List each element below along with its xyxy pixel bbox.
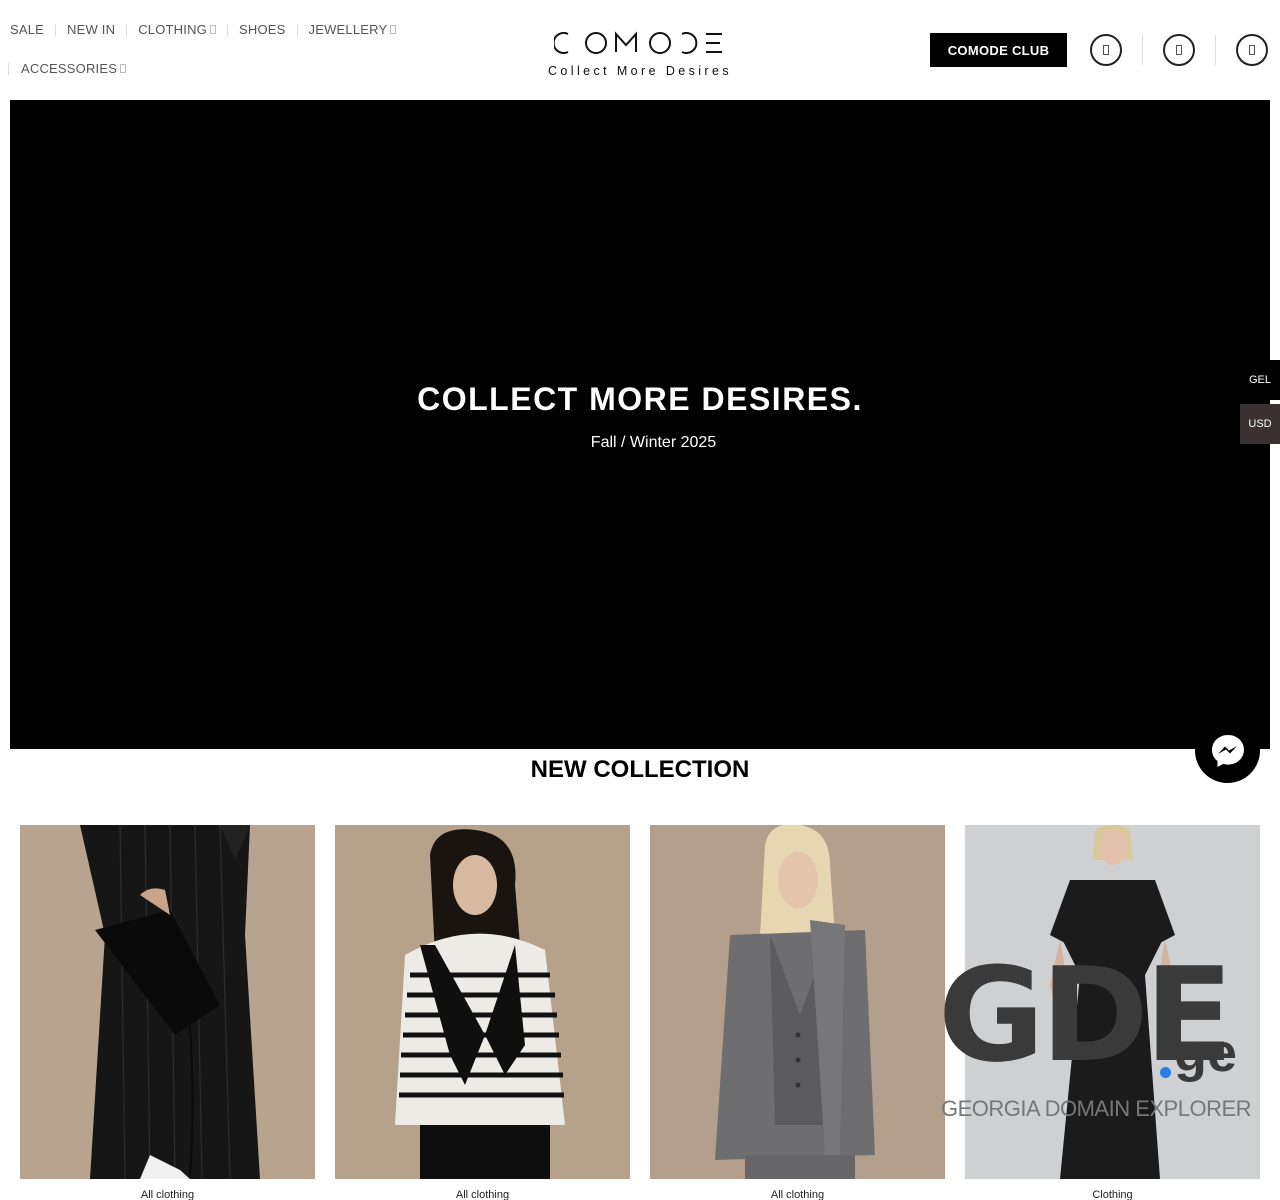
- header-divider: [1142, 35, 1143, 65]
- currency-usd-button[interactable]: USD: [1240, 404, 1280, 444]
- watermark-dot: [1160, 1067, 1171, 1078]
- nav-divider: [126, 23, 128, 36]
- wishlist-icon[interactable]: [1163, 34, 1195, 66]
- glyph-placeholder: [1103, 45, 1109, 55]
- nav-item-clothing[interactable]: CLOTHING: [138, 22, 216, 37]
- product-image[interactable]: [20, 825, 315, 1179]
- nav-label: CLOTHING: [138, 22, 207, 37]
- product-photo-graphic: [20, 825, 315, 1179]
- logo-wordmark-graphic: [554, 31, 722, 54]
- nav-item-accessories[interactable]: ACCESSORIES: [21, 61, 127, 76]
- nav-label: ACCESSORIES: [21, 61, 118, 76]
- account-icon[interactable]: [1090, 34, 1122, 66]
- brand-logo[interactable]: Collect More Desires: [520, 30, 760, 78]
- product-category: All clothing: [455, 1189, 510, 1200]
- watermark-overlay: GDE ge GEORGIA DOMAIN EXPLORER: [938, 950, 1252, 1130]
- cart-icon[interactable]: [1236, 34, 1268, 66]
- product-photo-graphic: [335, 825, 630, 1179]
- product-category: All clothing: [140, 1189, 195, 1200]
- nav-label: JEWELLERY: [308, 22, 388, 37]
- hero-subtitle: Fall / Winter 2025: [590, 434, 717, 451]
- nav-label: NEW IN: [67, 22, 116, 37]
- nav-item-jewellery[interactable]: JEWELLERY: [309, 22, 397, 37]
- comode-club-button[interactable]: COMODE CLUB: [930, 33, 1067, 67]
- hero-banner[interactable]: COLLECT MORE DESIRES. Fall / Winter 2025: [10, 100, 1270, 749]
- chevron-down-icon: [120, 64, 127, 73]
- product-card[interactable]: All clothing: [335, 825, 630, 1200]
- chevron-down-icon: [390, 25, 397, 34]
- product-image[interactable]: [335, 825, 630, 1179]
- currency-gel-button[interactable]: GEL: [1240, 360, 1280, 400]
- nav-label: SALE: [10, 22, 45, 37]
- product-category: All clothing: [770, 1189, 825, 1200]
- product-card[interactable]: All clothing: [650, 825, 945, 1200]
- chevron-down-icon: [209, 25, 216, 34]
- product-card[interactable]: All clothing: [20, 825, 315, 1200]
- nav-item-new-in[interactable]: NEW IN: [67, 22, 115, 37]
- glyph-placeholder: [1176, 45, 1182, 55]
- section-title: NEW COLLECTION: [530, 756, 750, 783]
- site-header: SALE NEW IN CLOTHING SHOES JEWELLERY ACC…: [0, 0, 1280, 100]
- nav-divider: [226, 23, 228, 36]
- brand-tagline: Collect More Desires: [547, 64, 732, 78]
- watermark-subtitle: GEORGIA DOMAIN EXPLORER: [941, 1096, 1252, 1121]
- header-divider: [1215, 35, 1216, 65]
- product-category: Clothing: [1092, 1189, 1133, 1200]
- logo-wordmark: [520, 30, 760, 56]
- glyph-placeholder: [1249, 45, 1255, 55]
- product-photo-graphic: [650, 825, 945, 1179]
- nav-divider: [296, 23, 298, 36]
- nav-item-shoes[interactable]: SHOES: [239, 22, 286, 37]
- main-nav-row-2: ACCESSORIES: [8, 61, 127, 76]
- main-nav-row-1: SALE NEW IN CLOTHING SHOES JEWELLERY: [10, 22, 397, 37]
- hero-title: COLLECT MORE DESIRES.: [417, 381, 863, 417]
- nav-item-sale[interactable]: SALE: [10, 22, 44, 37]
- product-image[interactable]: [650, 825, 945, 1179]
- nav-divider: [55, 23, 57, 36]
- watermark-suffix: ge: [1174, 1023, 1238, 1083]
- nav-divider: [8, 62, 9, 75]
- nav-label: SHOES: [238, 22, 286, 37]
